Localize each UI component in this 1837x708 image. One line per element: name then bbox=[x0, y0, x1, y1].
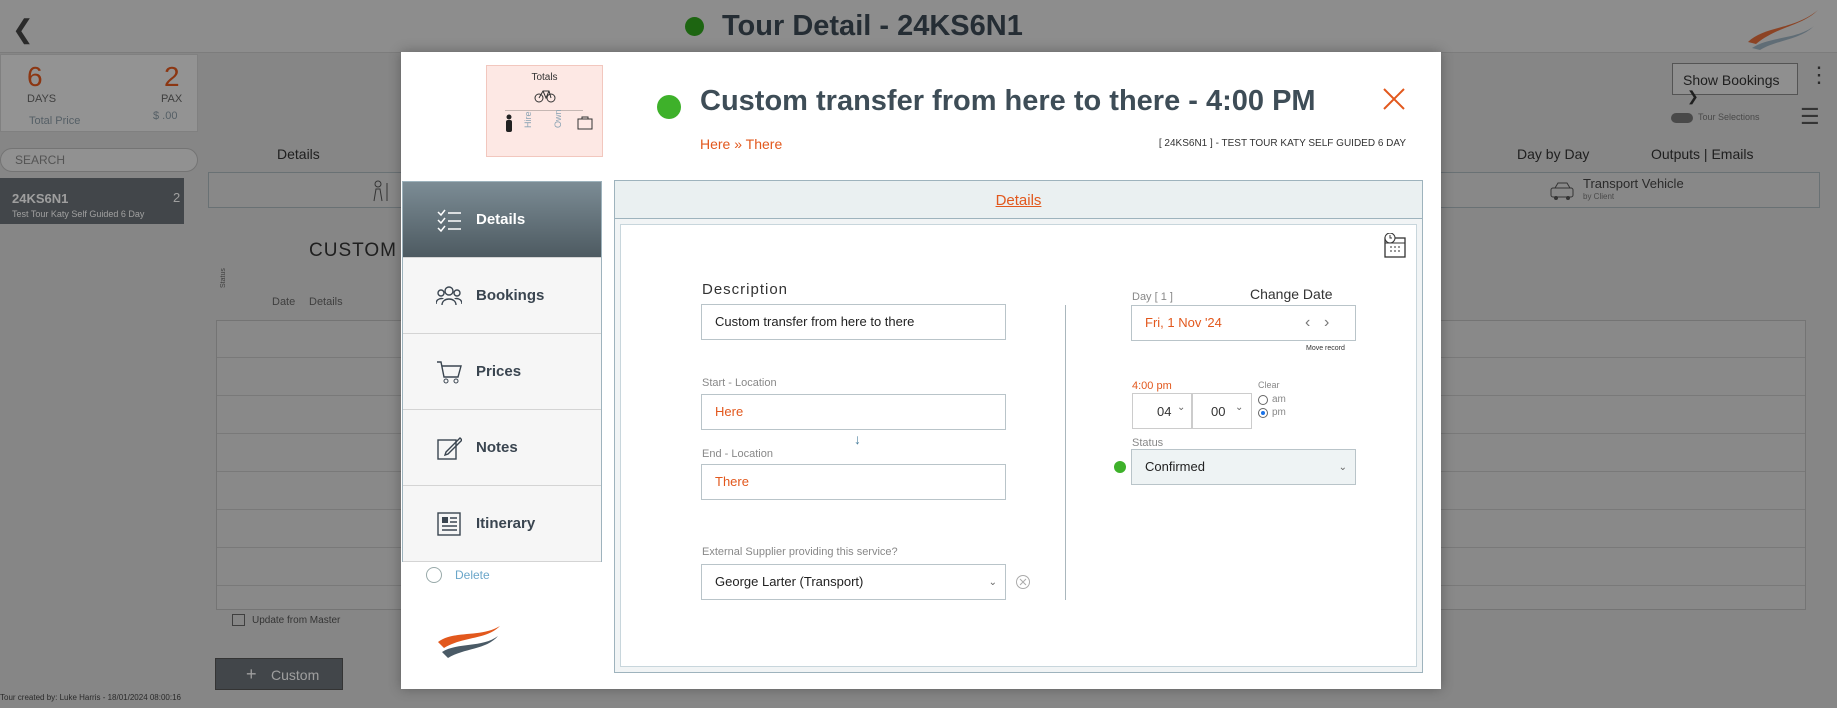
minute-select[interactable]: 00 ⌄ bbox=[1192, 393, 1252, 429]
nav-item-notes[interactable]: Notes bbox=[403, 410, 601, 486]
clear-circle-icon[interactable] bbox=[1015, 574, 1031, 590]
minute-value: 00 bbox=[1211, 404, 1226, 419]
chevron-down-icon: ⌄ bbox=[1338, 462, 1347, 473]
supplier-value: George Larter (Transport) bbox=[715, 574, 864, 589]
totals-widget: Totals Hire Own bbox=[486, 65, 603, 157]
nav-item-itinerary[interactable]: Itinerary bbox=[403, 486, 601, 562]
chevron-down-icon: ⌄ bbox=[988, 577, 997, 588]
modal-side-nav: Details Bookings Prices Notes Itinerary bbox=[402, 181, 602, 562]
arrow-down-icon[interactable]: ↓ bbox=[854, 431, 861, 447]
hire-label: Hire bbox=[523, 111, 533, 128]
luggage-icon bbox=[577, 116, 593, 130]
date-input[interactable]: Fri, 1 Nov '24 bbox=[1131, 305, 1356, 341]
delete-icon[interactable] bbox=[426, 567, 442, 583]
nav-item-details[interactable]: Details bbox=[403, 182, 601, 258]
hour-select[interactable]: 04 ⌄ bbox=[1132, 393, 1192, 429]
chevron-right-icon[interactable]: › bbox=[1324, 314, 1329, 332]
start-location-label: Start - Location bbox=[702, 377, 777, 389]
person-icon bbox=[506, 114, 512, 132]
status-value: Confirmed bbox=[1145, 459, 1205, 474]
chevron-down-icon: ⌄ bbox=[1235, 402, 1244, 413]
chevron-left-icon[interactable]: ‹ bbox=[1305, 314, 1310, 332]
newspaper-icon bbox=[437, 512, 461, 536]
chevron-down-icon: ⌄ bbox=[1177, 402, 1186, 413]
details-list-icon bbox=[437, 209, 461, 233]
delete-button[interactable]: Delete bbox=[455, 568, 490, 582]
status-select[interactable]: Confirmed ⌄ bbox=[1131, 449, 1356, 485]
supplier-label: External Supplier providing this service… bbox=[702, 546, 898, 558]
description-label: Description bbox=[702, 281, 789, 298]
booking-route: Here » There bbox=[700, 136, 783, 152]
pm-radio[interactable] bbox=[1258, 408, 1268, 418]
booking-status-indicator bbox=[657, 95, 681, 119]
nav-item-label: Itinerary bbox=[476, 515, 536, 532]
description-input[interactable]: Custom transfer from here to there bbox=[701, 304, 1006, 340]
people-group-icon bbox=[436, 286, 462, 306]
status-label: Status bbox=[1132, 437, 1164, 449]
calendar-clock-icon[interactable] bbox=[1383, 233, 1407, 259]
nav-item-label: Prices bbox=[476, 363, 522, 380]
supplier-select[interactable]: George Larter (Transport) ⌄ bbox=[701, 564, 1006, 600]
status-indicator bbox=[1114, 461, 1126, 473]
hour-value: 04 bbox=[1157, 404, 1172, 419]
edit-note-icon bbox=[437, 437, 462, 460]
day-label: Day [ 1 ] bbox=[1132, 291, 1173, 303]
clear-time-link[interactable]: Clear bbox=[1258, 380, 1280, 390]
start-location-input[interactable]: Here bbox=[701, 394, 1006, 430]
pm-label: pm bbox=[1272, 407, 1286, 418]
move-record-link[interactable]: Move record bbox=[1306, 345, 1345, 352]
am-radio[interactable] bbox=[1258, 395, 1268, 405]
details-form: Description Custom transfer from here to… bbox=[620, 224, 1417, 667]
change-date-label: Change Date bbox=[1250, 286, 1333, 302]
tour-reference: [ 24KS6N1 ] - TEST TOUR KATY SELF GUIDED… bbox=[1158, 138, 1406, 149]
details-section-header[interactable]: Details bbox=[615, 181, 1422, 219]
totals-label: Totals bbox=[531, 72, 558, 83]
own-label: Own bbox=[553, 109, 563, 128]
nav-item-bookings[interactable]: Bookings bbox=[403, 258, 601, 334]
close-icon[interactable] bbox=[1381, 86, 1407, 112]
details-panel: Details Description Custom transfer from… bbox=[614, 180, 1423, 673]
nav-item-label: Bookings bbox=[476, 287, 545, 304]
booking-title: Custom transfer from here to there - 4:0… bbox=[700, 85, 1316, 117]
booking-detail-modal: Totals Hire Own Custom transfer from her… bbox=[401, 52, 1441, 689]
bicycle-icon bbox=[534, 90, 556, 103]
company-logo-icon bbox=[438, 626, 500, 658]
nav-item-label: Notes bbox=[476, 439, 518, 456]
end-location-input[interactable]: There bbox=[701, 464, 1006, 500]
am-label: am bbox=[1272, 394, 1286, 405]
end-location-label: End - Location bbox=[702, 448, 773, 460]
column-divider bbox=[1065, 305, 1066, 600]
nav-item-prices[interactable]: Prices bbox=[403, 334, 601, 410]
shopping-cart-icon bbox=[437, 361, 462, 384]
time-value: 4:00 pm bbox=[1132, 380, 1172, 392]
nav-item-label: Details bbox=[476, 211, 526, 228]
